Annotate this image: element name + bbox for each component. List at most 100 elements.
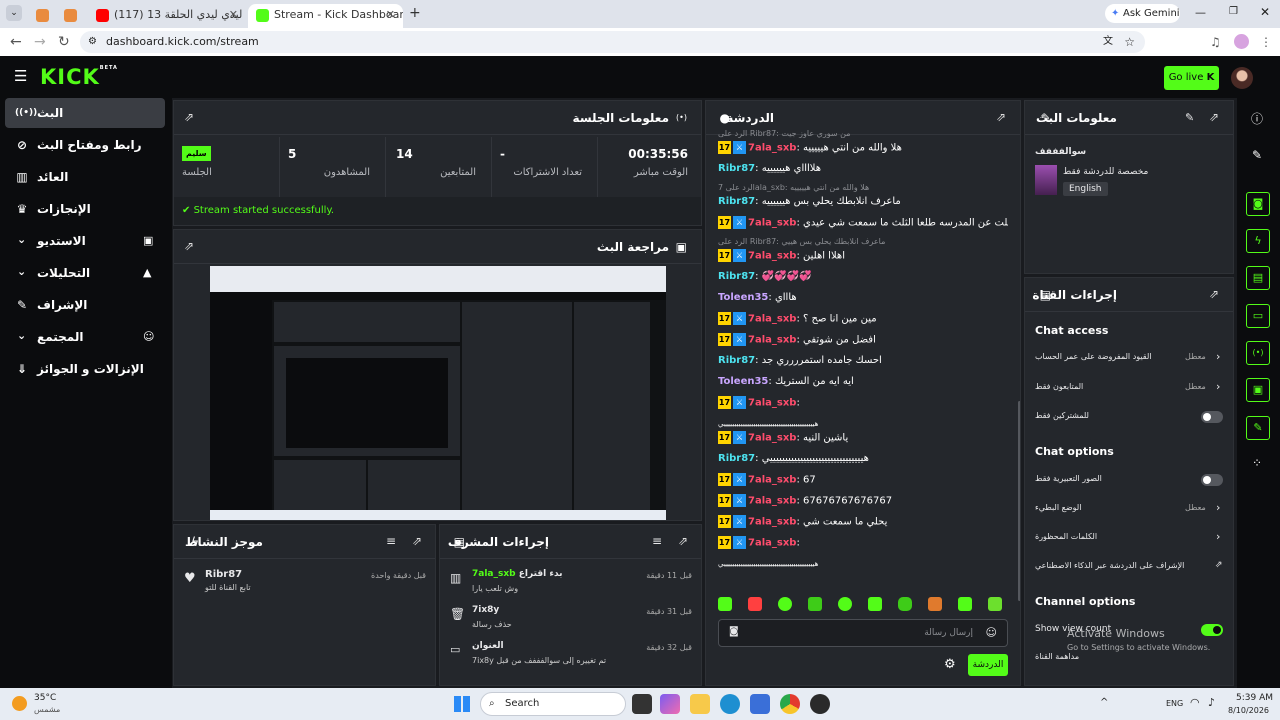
sidebar-item-revenue[interactable]: ▥ العائد xyxy=(5,162,165,192)
emotes-only-toggle[interactable] xyxy=(1201,474,1223,486)
close-tab-icon[interactable]: ✕ xyxy=(386,4,395,26)
community-icon[interactable]: ⁘ xyxy=(1252,456,1262,470)
chat-message[interactable]: 17 ⚔ 7ala_sxb: xyxy=(718,396,1008,411)
view-count-toggle[interactable] xyxy=(1201,624,1223,636)
chat-message[interactable]: Ribr87: احسك جامده استمرررري جد xyxy=(718,354,1008,368)
taskbar-search[interactable]: ⌕ Search xyxy=(480,692,626,716)
setting-row-banned-words[interactable]: الكلمات المحظورة › xyxy=(1035,530,1225,548)
wifi-icon[interactable]: ◠ xyxy=(1190,696,1200,709)
chat-message[interactable]: 17 ⚔ 7ala_sxb: مين مين انا صح ؟ xyxy=(718,312,1008,327)
chat-username[interactable]: 7ala_sxb xyxy=(748,538,796,549)
tray-chevron-icon[interactable]: ^ xyxy=(1100,697,1108,708)
maximize-button[interactable]: ❐ xyxy=(1229,6,1238,17)
profile-avatar[interactable] xyxy=(1234,34,1249,49)
emote-icon[interactable] xyxy=(808,597,822,611)
chat-message[interactable]: 17 ⚔ 7ala_sxb: افضل من شوتفي xyxy=(718,333,1008,348)
browser-tab[interactable] xyxy=(28,4,52,28)
sidebar-item-analytics[interactable]: ⌄ التحليلات ▲ xyxy=(5,258,165,288)
filter-icon[interactable]: ≡ xyxy=(386,534,396,548)
chat-input[interactable]: إرسال رسالة ☺ ◙ xyxy=(718,619,1008,647)
chat-message[interactable]: 17 ⚔ 7ala_sxb: يحلي ما سمعت شي xyxy=(718,515,1008,530)
chat-username[interactable]: Toleen35 xyxy=(718,376,768,387)
chat-username[interactable]: 7ala_sxb xyxy=(748,314,796,325)
chat-username[interactable]: Ribr87 xyxy=(718,453,755,464)
popout-icon[interactable]: ⇗ xyxy=(1209,110,1219,124)
chat-message[interactable]: Toleen35: ايه ايه من الستريك xyxy=(718,375,1008,389)
browser-menu-icon[interactable]: ⋮ xyxy=(1260,32,1272,52)
emote-icon[interactable] xyxy=(868,597,882,611)
popout-icon[interactable]: ⇗ xyxy=(412,534,422,548)
edit-icon[interactable]: ✎ xyxy=(1252,148,1262,162)
chat-username[interactable]: Ribr87 xyxy=(718,355,755,366)
sidebar-item-achievements[interactable]: ♛ الإنجازات xyxy=(5,194,165,224)
emote-icon[interactable] xyxy=(778,597,792,611)
wrench-button[interactable]: ✎ xyxy=(1246,416,1270,440)
sidebar-item-stream[interactable]: ((•)) البث xyxy=(5,98,165,128)
chat-message-list[interactable]: الرد على Ribr87: من سوري عاوز جيت 17 ⚔ 7ala… xyxy=(706,129,1012,591)
chat-scrollbar[interactable] xyxy=(1018,401,1020,601)
hamburger-menu-icon[interactable]: ☰ xyxy=(14,68,27,84)
setting-row-raid[interactable]: مداهمة القناة xyxy=(1035,652,1079,661)
chat-message[interactable]: 17 ⚔ 7ala_sxb: ياشين النيه xyxy=(718,431,1008,446)
user-avatar[interactable] xyxy=(1231,67,1253,89)
chat-username[interactable]: Ribr87 xyxy=(718,271,755,282)
windows-start-icon[interactable] xyxy=(454,696,470,712)
clock-date[interactable]: 8/10/2026 xyxy=(1228,706,1269,715)
emoji-icon[interactable]: ☺ xyxy=(986,626,997,639)
close-tab-icon[interactable]: ✕ xyxy=(229,4,238,26)
edge-icon[interactable] xyxy=(720,694,740,714)
volume-icon[interactable]: ♪ xyxy=(1208,696,1215,709)
new-tab-button[interactable]: + xyxy=(409,5,421,21)
popout-icon[interactable]: ⇗ xyxy=(678,534,688,548)
store-icon[interactable] xyxy=(750,694,770,714)
subscribers-only-toggle[interactable] xyxy=(1201,411,1223,423)
setting-row-subscribers-only[interactable]: للمشتركين فقط xyxy=(1035,411,1225,427)
sidebar-item-moderation[interactable]: ✎ الإشراف xyxy=(5,290,165,320)
site-info-icon[interactable]: ⚙ xyxy=(88,31,97,53)
chat-username[interactable]: 7ala_sxb xyxy=(748,335,796,346)
lightning-button[interactable]: ϟ xyxy=(1246,229,1270,253)
chat-username[interactable]: 7ala_sxb xyxy=(748,143,796,154)
popout-icon[interactable]: ⇗ xyxy=(184,239,194,253)
sidebar-item-studio[interactable]: ⌄ الاستديو ▣ xyxy=(5,226,165,256)
sidebar-item-community[interactable]: ⌄ المجتمع ☺ xyxy=(5,322,165,352)
stream-preview-video[interactable] xyxy=(210,266,666,520)
browser-tab-youtube[interactable]: (117) ليدي ليدي الحلقة 13 - ube ✕ xyxy=(88,4,246,28)
chat-message[interactable]: 17 ⚔ 7ala_sxb: xyxy=(718,536,1008,551)
chat-username[interactable]: 7ala_sxb xyxy=(748,218,796,229)
sidebar-item-drops[interactable]: ⇓ الإنزالات و الجوائز xyxy=(5,354,165,384)
chat-username[interactable]: 7ala_sxb xyxy=(748,433,796,444)
emote-icon[interactable] xyxy=(898,597,912,611)
edit-icon[interactable]: ✎ xyxy=(1185,111,1194,124)
chat-message[interactable]: 17 ⚔ 7ala_sxb: اهلاا اهلين xyxy=(718,249,1008,264)
chat-username[interactable]: 7ala_sxb xyxy=(748,475,796,486)
emote-icon[interactable] xyxy=(718,597,732,611)
chat-message[interactable]: Ribr87: ماعرف انلابطك يحلي بس هييييييه xyxy=(718,195,1008,209)
kick-emote-icon[interactable]: ◙ xyxy=(729,626,739,637)
close-window-button[interactable]: ✕ xyxy=(1260,5,1270,19)
emote-icon[interactable] xyxy=(958,597,972,611)
chat-username[interactable]: Toleen35 xyxy=(718,292,768,303)
info-icon[interactable]: ⓘ xyxy=(1251,110,1263,127)
weather-icon[interactable] xyxy=(12,696,27,711)
reload-icon[interactable]: ↻ xyxy=(58,32,70,52)
broadcast-button[interactable]: (•) xyxy=(1246,341,1270,365)
translate-icon[interactable]: 文 xyxy=(1103,31,1113,53)
browser-tab-active[interactable]: Stream - Kick Dashboard ✕ xyxy=(248,4,403,28)
chat-message[interactable]: Ribr87: هلااااي هييييييه xyxy=(718,162,1008,176)
sidebar-item-stream-key[interactable]: ⊘ رابط ومفتاح البث xyxy=(5,130,165,160)
chat-message[interactable]: 17⚔7ala_sxb: اول ما ارسلت عن المدرسه طلع… xyxy=(718,216,1008,231)
setting-row-account-age[interactable]: القيود المفروضة على عمر الحساب معطل › xyxy=(1035,350,1225,368)
chat-message[interactable]: 17 ⚔ 7ala_sxb: 67 xyxy=(718,473,1008,488)
address-bar[interactable]: ⚙ dashboard.kick.com/stream 文 ☆ xyxy=(80,31,1145,53)
obs-icon[interactable] xyxy=(810,694,830,714)
file-explorer-icon[interactable] xyxy=(690,694,710,714)
chat-username[interactable]: Ribr87 xyxy=(718,196,755,207)
document-button[interactable]: ▤ xyxy=(1246,266,1270,290)
setting-row-followers-only[interactable]: المتابعون فقط معطل › xyxy=(1035,380,1225,398)
media-controls-icon[interactable]: ♫ xyxy=(1210,32,1221,52)
chat-send-button[interactable]: الدردشة xyxy=(968,654,1008,676)
browser-tab[interactable] xyxy=(56,4,86,28)
chat-settings-icon[interactable]: ⚙ xyxy=(944,657,956,672)
language-indicator[interactable]: ENG xyxy=(1166,699,1183,708)
